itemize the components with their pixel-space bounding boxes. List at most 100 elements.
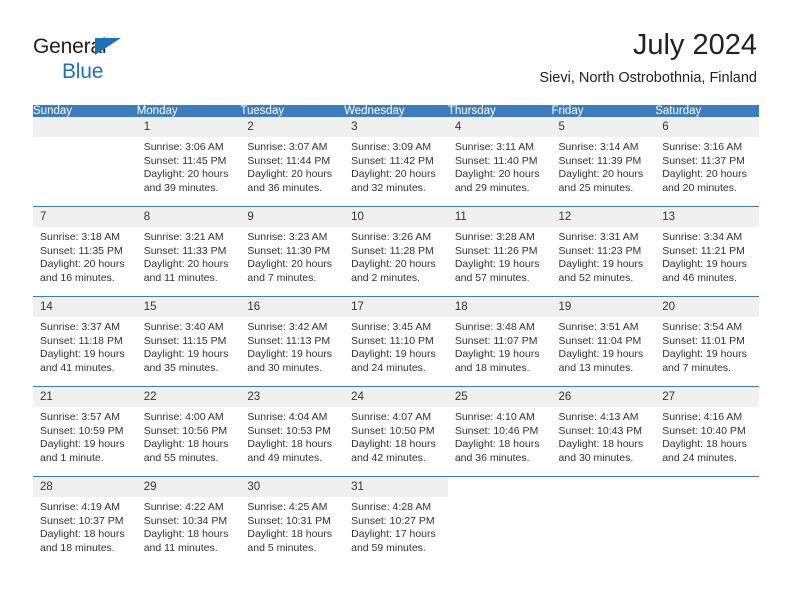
sunrise-text: Sunrise: 3:21 AM bbox=[143, 231, 224, 243]
calendar-cell[interactable]: 26 Sunrise: 4:13 AM Sunset: 10:43 PM Daylig… bbox=[551, 386, 656, 477]
calendar-cell[interactable]: 14 Sunrise: 3:37 AM Sunset: 11:18 PM Daylig… bbox=[33, 296, 137, 387]
sunrise-text: Sunrise: 4:16 AM bbox=[662, 411, 743, 423]
sunset-text: Sunset: 11:44 PM bbox=[247, 154, 331, 167]
day-number bbox=[447, 477, 552, 497]
sunset-text: Sunset: 10:46 PM bbox=[454, 424, 539, 437]
day-details: Sunrise: 4:04 AM Sunset: 10:53 PM Daylight… bbox=[240, 407, 344, 465]
day-details: Sunrise: 4:19 AM Sunset: 10:37 PM Daylight… bbox=[33, 497, 137, 555]
daylight-text-line2: and 30 minutes. bbox=[247, 361, 323, 374]
sunrise-text: Sunrise: 4:07 AM bbox=[351, 411, 432, 423]
calendar-cell[interactable]: 22 Sunrise: 4:00 AM Sunset: 10:56 PM Daylig… bbox=[136, 386, 241, 477]
daylight-text-line1: Daylight: 20 hours bbox=[662, 168, 747, 181]
calendar-cell[interactable]: 17 Sunrise: 3:45 AM Sunset: 11:10 PM Daylig… bbox=[344, 296, 448, 387]
sunset-text: Sunset: 11:15 PM bbox=[143, 334, 227, 347]
day-cell: 2 Sunrise: 3:07 AM Sunset: 11:44 PM Dayligh… bbox=[240, 117, 345, 206]
day-cell: 24 Sunrise: 4:07 AM Sunset: 10:50 PM Daylig… bbox=[344, 387, 448, 476]
sunset-text: Sunset: 11:40 PM bbox=[454, 154, 538, 167]
sunset-text: Sunset: 10:27 PM bbox=[351, 514, 435, 527]
calendar-cell[interactable]: 11 Sunrise: 3:28 AM Sunset: 11:26 PM Daylig… bbox=[447, 206, 552, 297]
calendar-cell[interactable]: 18 Sunrise: 3:48 AM Sunset: 11:07 PM Daylig… bbox=[447, 296, 552, 387]
day-number: 1 bbox=[136, 117, 241, 137]
daylight-text-line1: Daylight: 19 hours bbox=[558, 348, 644, 361]
day-number: 6 bbox=[655, 117, 759, 137]
calendar-cell[interactable]: 23 Sunrise: 4:04 AM Sunset: 10:53 PM Daylig… bbox=[240, 386, 345, 477]
sunset-text: Sunset: 11:30 PM bbox=[247, 244, 331, 257]
day-number: 29 bbox=[136, 477, 241, 497]
sunrise-text: Sunrise: 4:25 AM bbox=[247, 501, 328, 513]
day-details: Sunrise: 4:25 AM Sunset: 10:31 PM Daylight… bbox=[240, 497, 344, 555]
calendar-cell[interactable]: 31 Sunrise: 4:28 AM Sunset: 10:27 PM Daylig… bbox=[344, 476, 448, 566]
weekday-header-friday: Friday bbox=[551, 105, 656, 117]
sunset-text: Sunset: 11:39 PM bbox=[558, 154, 642, 167]
daylight-text-line1: Daylight: 19 hours bbox=[40, 348, 125, 361]
daylight-text-line2: and 36 minutes. bbox=[454, 451, 530, 464]
calendar-cell[interactable]: 7 Sunrise: 3:18 AM Sunset: 11:35 PM Dayligh… bbox=[33, 206, 137, 297]
calendar-cell[interactable]: 24 Sunrise: 4:07 AM Sunset: 10:50 PM Daylig… bbox=[344, 386, 448, 477]
daylight-text-line1: Daylight: 18 hours bbox=[143, 438, 229, 451]
calendar-cell[interactable]: 8 Sunrise: 3:21 AM Sunset: 11:33 PM Dayligh… bbox=[136, 206, 241, 297]
daylight-text-line1: Daylight: 19 hours bbox=[558, 258, 644, 271]
calendar-cell[interactable]: 19 Sunrise: 3:51 AM Sunset: 11:04 PM Daylig… bbox=[551, 296, 656, 387]
daylight-text-line2: and 11 minutes. bbox=[143, 541, 218, 554]
calendar-cell[interactable]: 2 Sunrise: 3:07 AM Sunset: 11:44 PM Dayligh… bbox=[240, 117, 345, 207]
sunrise-text: Sunrise: 3:31 AM bbox=[558, 231, 639, 243]
calendar-cell[interactable]: 3 Sunrise: 3:09 AM Sunset: 11:42 PM Dayligh… bbox=[344, 117, 448, 207]
day-details: Sunrise: 3:37 AM Sunset: 11:18 PM Daylight… bbox=[33, 317, 137, 375]
calendar-cell[interactable]: 5 Sunrise: 3:14 AM Sunset: 11:39 PM Dayligh… bbox=[551, 117, 656, 207]
day-number: 19 bbox=[551, 297, 656, 317]
general-blue-logo[interactable]: General Blue bbox=[33, 36, 183, 84]
day-number: 2 bbox=[240, 117, 345, 137]
day-number: 23 bbox=[240, 387, 345, 407]
day-details: Sunrise: 3:09 AM Sunset: 11:42 PM Daylight… bbox=[344, 137, 448, 195]
calendar-cell[interactable]: 1 Sunrise: 3:06 AM Sunset: 11:45 PM Dayligh… bbox=[136, 117, 241, 207]
daylight-text-line1: Daylight: 20 hours bbox=[247, 168, 333, 181]
calendar-cell[interactable]: 15 Sunrise: 3:40 AM Sunset: 11:15 PM Daylig… bbox=[136, 296, 241, 387]
day-details: Sunrise: 3:28 AM Sunset: 11:26 PM Daylight… bbox=[448, 227, 552, 285]
day-cell: 4 Sunrise: 3:11 AM Sunset: 11:40 PM Dayligh… bbox=[447, 117, 552, 206]
calendar-cell[interactable]: 13 Sunrise: 3:34 AM Sunset: 11:21 PM Daylig… bbox=[655, 206, 759, 297]
day-number: 22 bbox=[136, 387, 241, 407]
sunset-text: Sunset: 11:01 PM bbox=[662, 334, 745, 347]
sunset-text: Sunset: 11:28 PM bbox=[351, 244, 434, 257]
calendar-cell[interactable]: 25 Sunrise: 4:10 AM Sunset: 10:46 PM Daylig… bbox=[447, 386, 552, 477]
calendar-cell[interactable]: 12 Sunrise: 3:31 AM Sunset: 11:23 PM Daylig… bbox=[551, 206, 656, 297]
daylight-text-line1: Daylight: 19 hours bbox=[143, 348, 229, 361]
calendar-cell[interactable]: 30 Sunrise: 4:25 AM Sunset: 10:31 PM Daylig… bbox=[240, 476, 345, 566]
calendar-cell[interactable]: 4 Sunrise: 3:11 AM Sunset: 11:40 PM Dayligh… bbox=[447, 117, 552, 207]
daylight-text-line2: and 7 minutes. bbox=[662, 361, 732, 374]
sunrise-text: Sunrise: 3:28 AM bbox=[454, 231, 535, 243]
sunrise-text: Sunrise: 3:45 AM bbox=[351, 321, 432, 333]
daylight-text-line2: and 7 minutes. bbox=[247, 271, 317, 284]
calendar-cell[interactable]: 10 Sunrise: 3:26 AM Sunset: 11:28 PM Daylig… bbox=[344, 206, 448, 297]
daylight-text-line1: Daylight: 20 hours bbox=[351, 168, 436, 181]
day-cell bbox=[33, 117, 137, 206]
day-cell: 10 Sunrise: 3:26 AM Sunset: 11:28 PM Daylig… bbox=[344, 207, 448, 296]
day-number: 25 bbox=[447, 387, 552, 407]
calendar-cell bbox=[33, 117, 137, 207]
calendar-cell[interactable]: 20 Sunrise: 3:54 AM Sunset: 11:01 PM Daylig… bbox=[655, 296, 759, 387]
calendar-cell[interactable]: 16 Sunrise: 3:42 AM Sunset: 11:13 PM Daylig… bbox=[240, 296, 345, 387]
calendar-cell[interactable]: 28 Sunrise: 4:19 AM Sunset: 10:37 PM Daylig… bbox=[33, 476, 137, 566]
day-number: 13 bbox=[655, 207, 759, 227]
daylight-text-line2: and 1 minute. bbox=[40, 451, 104, 464]
day-cell: 8 Sunrise: 3:21 AM Sunset: 11:33 PM Dayligh… bbox=[136, 207, 241, 296]
calendar-cell[interactable]: 21 Sunrise: 3:57 AM Sunset: 10:59 PM Daylig… bbox=[33, 386, 137, 477]
sunset-text: Sunset: 11:35 PM bbox=[40, 244, 123, 257]
sunrise-text: Sunrise: 3:06 AM bbox=[143, 141, 224, 153]
calendar-cell[interactable]: 9 Sunrise: 3:23 AM Sunset: 11:30 PM Dayligh… bbox=[240, 206, 345, 297]
day-cell bbox=[551, 477, 656, 566]
daylight-text-line1: Daylight: 20 hours bbox=[143, 258, 229, 271]
daylight-text-line2: and 55 minutes. bbox=[143, 451, 219, 464]
daylight-text-line1: Daylight: 19 hours bbox=[351, 348, 436, 361]
day-number: 12 bbox=[551, 207, 656, 227]
calendar-cell[interactable]: 29 Sunrise: 4:22 AM Sunset: 10:34 PM Daylig… bbox=[136, 476, 241, 566]
day-cell: 29 Sunrise: 4:22 AM Sunset: 10:34 PM Daylig… bbox=[136, 477, 241, 566]
sunset-text: Sunset: 11:10 PM bbox=[351, 334, 434, 347]
day-cell bbox=[655, 477, 759, 566]
sunrise-text: Sunrise: 3:16 AM bbox=[662, 141, 743, 153]
calendar-cell[interactable]: 27 Sunrise: 4:16 AM Sunset: 10:40 PM Daylig… bbox=[655, 386, 759, 477]
day-cell: 23 Sunrise: 4:04 AM Sunset: 10:53 PM Daylig… bbox=[240, 387, 345, 476]
sunset-text: Sunset: 11:42 PM bbox=[351, 154, 434, 167]
calendar-header-row: Sunday Monday Tuesday Wednesday Thursday… bbox=[33, 105, 759, 117]
calendar-cell[interactable]: 6 Sunrise: 3:16 AM Sunset: 11:37 PM Dayligh… bbox=[655, 117, 759, 207]
